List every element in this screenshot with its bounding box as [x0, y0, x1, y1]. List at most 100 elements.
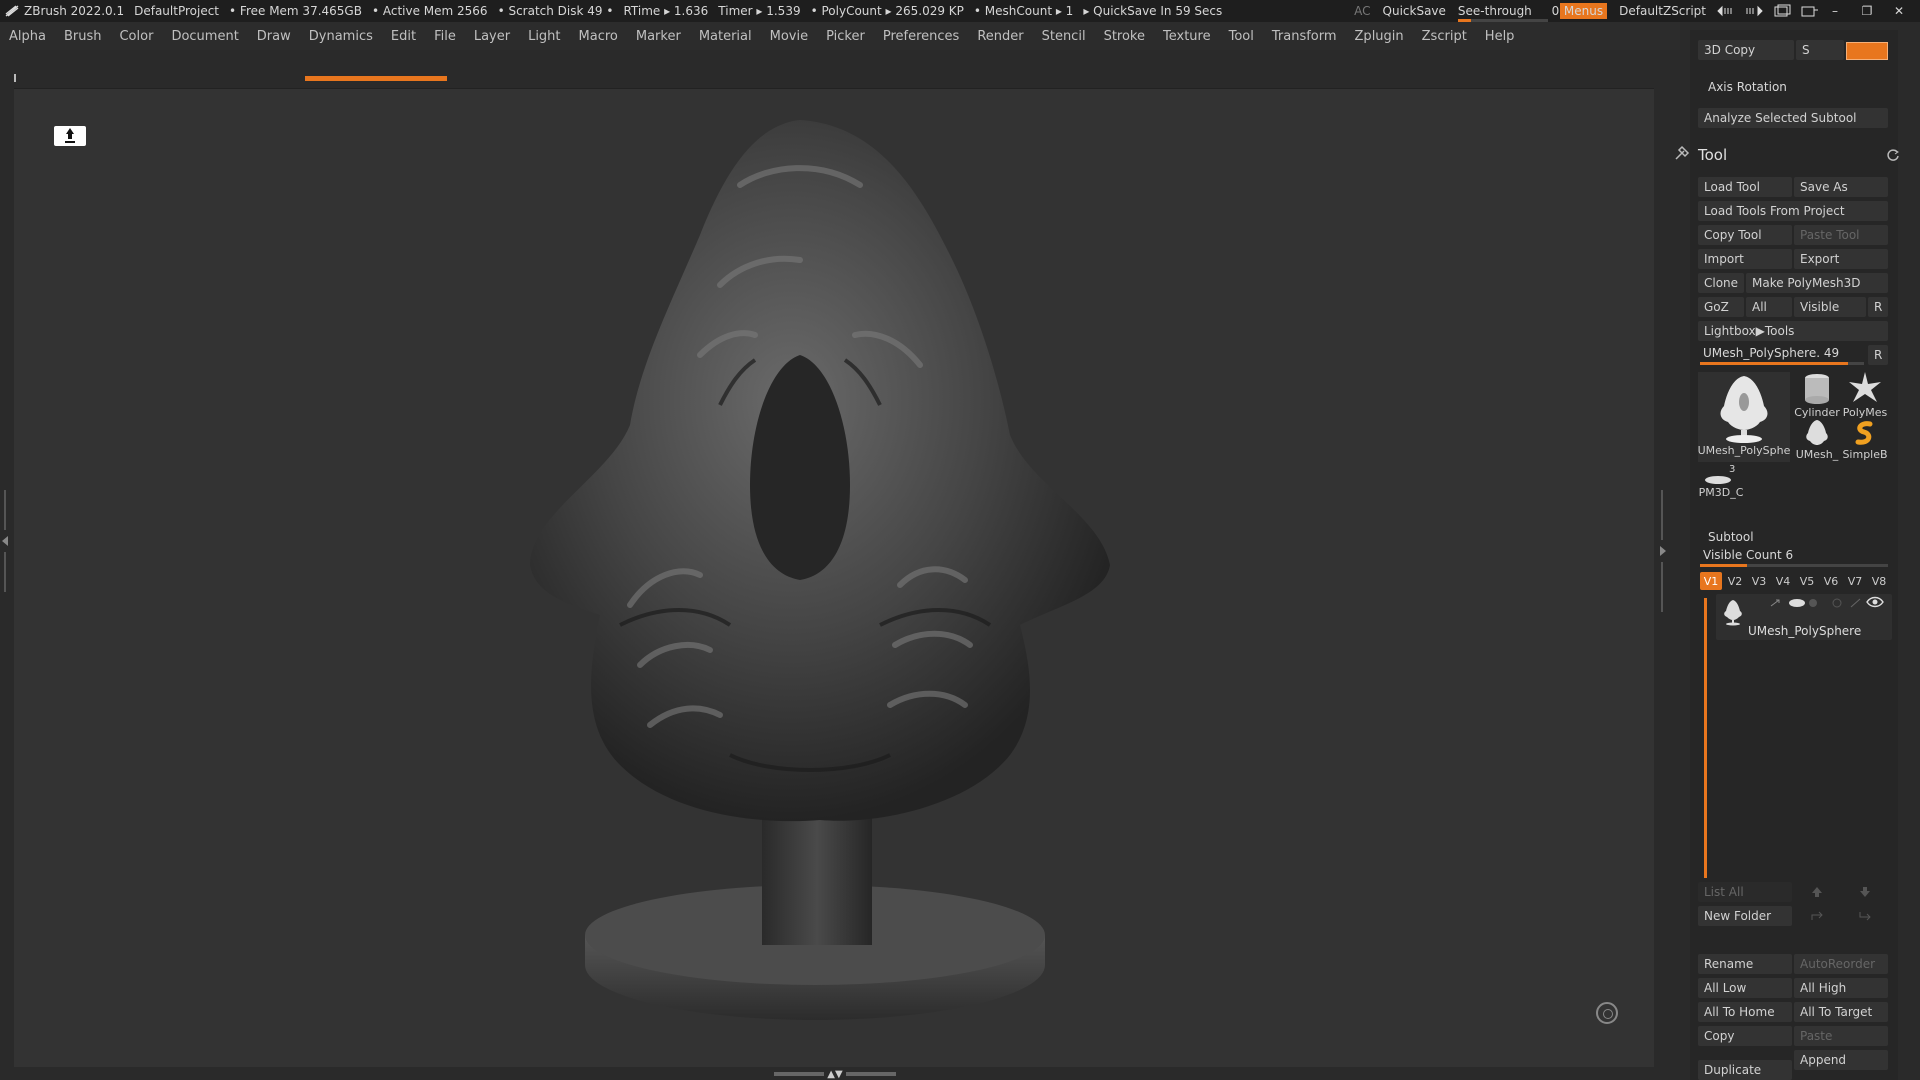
lightbox-tools-button[interactable]: Lightbox▶Tools	[1698, 321, 1888, 341]
menu-marker[interactable]: Marker	[627, 29, 690, 44]
menu-texture[interactable]: Texture	[1154, 29, 1220, 44]
tab-v8[interactable]: V8	[1868, 572, 1890, 590]
tool-thumb-pm3d[interactable]: 3 PM3D_C	[1698, 464, 1744, 499]
menu-alpha[interactable]: Alpha	[0, 29, 55, 44]
left-tray-handle[interactable]	[0, 470, 12, 610]
goz-r-button[interactable]: R	[1868, 297, 1888, 317]
menu-transform[interactable]: Transform	[1263, 29, 1346, 44]
axis-rotation-label[interactable]: Axis Rotation	[1708, 80, 1787, 94]
menu-light[interactable]: Light	[519, 29, 569, 44]
subtool-visibility-eye-icon[interactable]	[1866, 596, 1884, 608]
rename-button[interactable]: Rename	[1698, 954, 1792, 974]
subtool-list-scrollbar[interactable]	[1704, 598, 1707, 878]
make-polymesh3d-button[interactable]: Make PolyMesh3D	[1746, 273, 1888, 293]
move-up-icon[interactable]	[1810, 886, 1824, 898]
paste-tool-button[interactable]: Paste Tool	[1794, 225, 1888, 245]
new-folder-button[interactable]: New Folder	[1698, 906, 1792, 926]
current-tool-slider[interactable]	[1700, 362, 1864, 365]
import-button[interactable]: Import	[1698, 249, 1792, 269]
subtool-section-title[interactable]: Subtool	[1708, 530, 1754, 544]
menu-brush[interactable]: Brush	[55, 29, 111, 44]
default-ui-icon[interactable]	[1772, 4, 1792, 18]
goz-visible-button[interactable]: Visible	[1794, 297, 1866, 317]
subtool-polypaint-toggle-icon[interactable]	[1788, 598, 1806, 608]
all-to-home-button[interactable]: All To Home	[1698, 1002, 1792, 1022]
all-low-button[interactable]: All Low	[1698, 978, 1792, 998]
load-tools-from-project-button[interactable]: Load Tools From Project	[1698, 201, 1888, 221]
subtool-arrow-icon[interactable]	[1770, 598, 1782, 608]
tool-thumb-umesh[interactable]: UMesh_	[1794, 418, 1840, 461]
tab-v6[interactable]: V6	[1820, 572, 1842, 590]
append-button[interactable]: Append	[1794, 1050, 1888, 1070]
menu-picker[interactable]: Picker	[817, 29, 874, 44]
ui-layout-icon[interactable]	[1800, 4, 1820, 18]
right-tray-handle[interactable]	[1656, 490, 1668, 620]
menus-button[interactable]: Menus	[1559, 3, 1608, 19]
menu-stencil[interactable]: Stencil	[1033, 29, 1095, 44]
visible-count-slider[interactable]	[1700, 564, 1888, 567]
menu-color[interactable]: Color	[110, 29, 162, 44]
navigation-gizmo-icon[interactable]	[1596, 1002, 1618, 1024]
restore-icon[interactable]: ❐	[1856, 4, 1878, 18]
menu-stroke[interactable]: Stroke	[1095, 29, 1154, 44]
menu-zscript[interactable]: Zscript	[1413, 29, 1476, 44]
subtool-solo-icon[interactable]	[1832, 598, 1842, 608]
current-tool-label[interactable]: UMesh_PolySphere. 49	[1703, 346, 1839, 360]
next-layout-icon[interactable]	[1744, 5, 1764, 17]
s-value-field[interactable]	[1846, 42, 1888, 60]
subtool-list-item[interactable]: UMesh_PolySphere	[1716, 594, 1892, 640]
menu-render[interactable]: Render	[968, 29, 1032, 44]
bottom-tray-handle[interactable]: ▲▼	[770, 1069, 900, 1080]
seethrough-slider[interactable]: See-through 0	[1457, 4, 1559, 22]
tool-section-title[interactable]: Tool	[1698, 146, 1727, 164]
analyze-subtool-button[interactable]: Analyze Selected Subtool	[1698, 108, 1888, 128]
subtool-brush-icon[interactable]	[1850, 598, 1862, 608]
duplicate-button[interactable]: Duplicate	[1698, 1060, 1792, 1080]
folder-out-icon[interactable]	[1810, 910, 1826, 922]
menu-material[interactable]: Material	[690, 29, 761, 44]
export-button[interactable]: Export	[1794, 249, 1888, 269]
tool-r-button[interactable]: R	[1868, 345, 1888, 365]
menu-dynamics[interactable]: Dynamics	[300, 29, 382, 44]
all-high-button[interactable]: All High	[1794, 978, 1888, 998]
goz-button[interactable]: GoZ	[1698, 297, 1744, 317]
3d-copy-button[interactable]: 3D Copy	[1698, 40, 1794, 60]
menu-macro[interactable]: Macro	[570, 29, 627, 44]
menu-zplugin[interactable]: Zplugin	[1346, 29, 1413, 44]
menu-file[interactable]: File	[425, 29, 465, 44]
refresh-icon[interactable]	[1886, 148, 1900, 162]
default-zscript[interactable]: DefaultZScript	[1619, 4, 1706, 18]
minimize-icon[interactable]: –	[1824, 4, 1846, 18]
menu-tool[interactable]: Tool	[1220, 29, 1263, 44]
menu-help[interactable]: Help	[1476, 29, 1524, 44]
tab-v4[interactable]: V4	[1772, 572, 1794, 590]
goz-all-button[interactable]: All	[1746, 297, 1792, 317]
tab-v3[interactable]: V3	[1748, 572, 1770, 590]
copy-tool-button[interactable]: Copy Tool	[1698, 225, 1792, 245]
autoreorder-button[interactable]: AutoReorder	[1794, 954, 1888, 974]
save-as-button[interactable]: Save As	[1794, 177, 1888, 197]
menu-layer[interactable]: Layer	[465, 29, 519, 44]
copy-subtool-button[interactable]: Copy	[1698, 1026, 1792, 1046]
tool-thumb-polymesh[interactable]: PolyMes	[1842, 370, 1888, 419]
tab-v7[interactable]: V7	[1844, 572, 1866, 590]
quicksave-button[interactable]: QuickSave	[1383, 4, 1446, 18]
list-all-button[interactable]: List All	[1698, 882, 1792, 902]
tool-thumb-cylinder[interactable]: Cylinder	[1794, 370, 1840, 419]
tab-v2[interactable]: V2	[1724, 572, 1746, 590]
sculpt-model[interactable]	[500, 105, 1140, 1035]
close-icon[interactable]: ✕	[1888, 4, 1910, 18]
tab-v5[interactable]: V5	[1796, 572, 1818, 590]
menu-preferences[interactable]: Preferences	[874, 29, 968, 44]
load-tool-button[interactable]: Load Tool	[1698, 177, 1792, 197]
move-down-icon[interactable]	[1858, 886, 1872, 898]
s-button[interactable]: S	[1796, 40, 1844, 60]
menu-edit[interactable]: Edit	[382, 29, 425, 44]
clone-button[interactable]: Clone	[1698, 273, 1744, 293]
folder-in-icon[interactable]	[1858, 910, 1874, 922]
menu-movie[interactable]: Movie	[761, 29, 817, 44]
tool-thumb-simplebrush[interactable]: SimpleB	[1842, 418, 1888, 461]
floor-toggle-icon[interactable]	[54, 126, 86, 146]
menu-document[interactable]: Document	[162, 29, 247, 44]
tool-thumb-umesh-polysphere[interactable]: UMesh_PolySphe	[1698, 372, 1790, 462]
